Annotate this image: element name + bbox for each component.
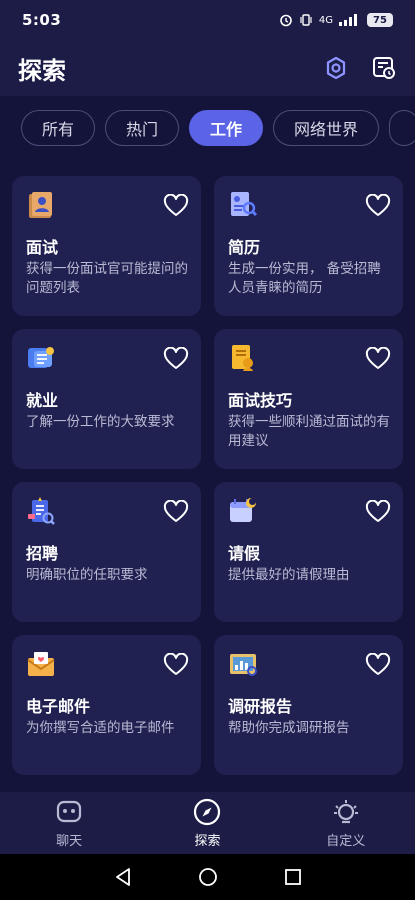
system-navigation-bar: [0, 854, 415, 900]
card-report[interactable]: 调研报告 帮助你完成调研报告: [214, 635, 403, 775]
nav-chat[interactable]: 聊天: [19, 798, 119, 849]
card-interview[interactable]: 面试 获得一份面试官可能提问的问题列表: [12, 176, 201, 316]
chat-icon: [57, 800, 82, 822]
heart-icon[interactable]: [163, 499, 189, 524]
nav-explore[interactable]: 探索: [157, 798, 257, 849]
card-title: 面试: [26, 238, 59, 257]
alarm-icon: [280, 14, 292, 27]
tab-popular[interactable]: 热门: [105, 110, 180, 146]
card-description: 明确职位的任职要求: [26, 567, 148, 583]
status-bar: 5:03 4G 75: [0, 0, 415, 40]
lightbulb-icon: [333, 799, 358, 823]
header-actions: [323, 55, 397, 81]
vibrate-icon: [300, 14, 312, 26]
network-type: 4G: [318, 14, 333, 26]
employment-icon: [26, 343, 56, 373]
interview-tips-icon: [228, 343, 258, 373]
page-title: 探索: [18, 56, 66, 85]
settings-icon[interactable]: [323, 55, 349, 81]
interview-icon: [26, 190, 56, 220]
card-description: 生成一份实用， 备受招聘人员青睐的简历: [228, 261, 381, 296]
recruitment-icon: [26, 496, 56, 526]
card-email[interactable]: 电子邮件 为你撰写合适的电子邮件: [12, 635, 201, 775]
card-leave[interactable]: 请假 提供最好的请假理由: [214, 482, 403, 622]
heart-icon[interactable]: [163, 652, 189, 677]
heart-icon[interactable]: [163, 193, 189, 218]
heart-icon[interactable]: [365, 193, 391, 218]
battery-indicator: 75: [367, 13, 393, 27]
resume-icon: [228, 190, 258, 220]
heart-icon[interactable]: [365, 652, 391, 677]
card-description: 帮助你完成调研报告: [228, 720, 350, 736]
signal-icon: [339, 14, 357, 26]
nav-label: 聊天: [56, 833, 83, 849]
card-resume[interactable]: 简历 生成一份实用， 备受招聘人员青睐的简历: [214, 176, 403, 316]
home-icon[interactable]: [197, 866, 219, 888]
status-time: 5:03: [22, 11, 62, 29]
report-icon: [228, 649, 258, 679]
card-description: 获得一份面试官可能提问的问题列表: [26, 261, 188, 296]
heart-icon[interactable]: [365, 346, 391, 371]
email-icon: [26, 649, 56, 679]
nav-label: 探索: [194, 833, 221, 849]
card-title: 就业: [26, 391, 59, 410]
back-icon[interactable]: [112, 866, 134, 888]
leave-icon: [228, 496, 258, 526]
card-description: 为你撰写合适的电子邮件: [26, 720, 175, 736]
heart-icon[interactable]: [163, 346, 189, 371]
status-indicators: 4G 75: [279, 13, 393, 27]
heart-icon[interactable]: [365, 499, 391, 524]
bottom-navigation: 聊天 探索 自定义: [0, 792, 415, 854]
nav-label: 自定义: [326, 833, 366, 849]
card-employment[interactable]: 就业 了解一份工作的大致要求: [12, 329, 201, 469]
compass-icon: [194, 798, 221, 825]
tab-work[interactable]: 工作: [189, 110, 264, 146]
card-title: 电子邮件: [26, 697, 91, 716]
header: 探索: [0, 40, 415, 96]
category-tabs: 所有 热门 工作 网络世界: [0, 110, 415, 150]
card-interview-tips[interactable]: 面试技巧 获得一些顺利通过面试的有用建议: [214, 329, 403, 469]
card-title: 简历: [228, 238, 261, 257]
card-title: 面试技巧: [228, 391, 293, 410]
history-icon[interactable]: [371, 55, 397, 81]
card-description: 提供最好的请假理由: [228, 567, 350, 583]
nav-custom[interactable]: 自定义: [296, 798, 396, 849]
prompt-card-grid: 面试 获得一份面试官可能提问的问题列表 简历 生成一份实用， 备受招聘人员青睐的…: [12, 176, 403, 775]
card-description: 了解一份工作的大致要求: [26, 414, 175, 430]
card-title: 招聘: [26, 544, 59, 563]
tab-more[interactable]: [389, 110, 415, 146]
card-recruitment[interactable]: 招聘 明确职位的任职要求: [12, 482, 201, 622]
card-title: 调研报告: [228, 697, 293, 716]
card-description: 获得一些顺利通过面试的有用建议: [228, 414, 390, 449]
card-title: 请假: [228, 544, 261, 563]
recents-icon[interactable]: [282, 866, 304, 888]
tab-online-world[interactable]: 网络世界: [273, 110, 380, 146]
tab-all[interactable]: 所有: [21, 110, 96, 146]
